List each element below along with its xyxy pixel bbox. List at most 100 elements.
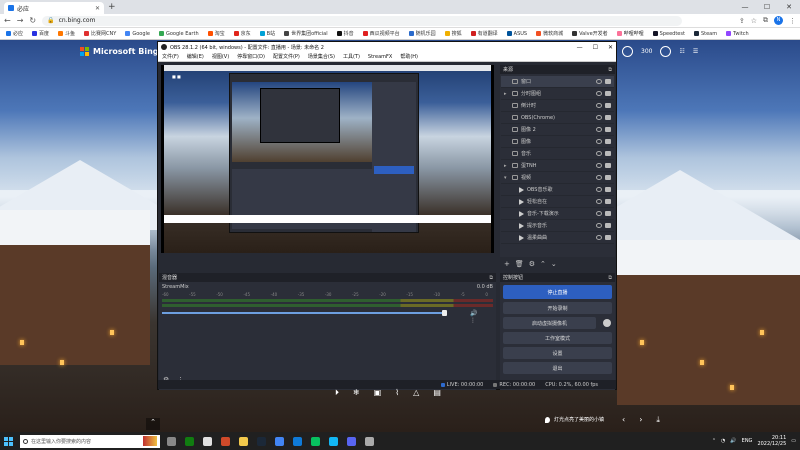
obs-menu-item[interactable]: 场景集合(S) bbox=[308, 53, 335, 60]
xbox-icon[interactable] bbox=[185, 436, 194, 446]
obs-icon[interactable] bbox=[203, 436, 212, 446]
bookmark-item[interactable]: B站 bbox=[259, 30, 275, 37]
share-icon[interactable]: ⇪ bbox=[739, 17, 745, 25]
visibility-eye-icon[interactable] bbox=[596, 151, 602, 156]
stop-streaming-button[interactable]: 停止直播 bbox=[503, 285, 612, 299]
bookmark-item[interactable]: 京东 bbox=[233, 30, 251, 37]
bookmark-item[interactable]: 必应 bbox=[6, 30, 23, 37]
browser-tab[interactable]: 必应 ✕ bbox=[4, 2, 104, 14]
obs-menu-item[interactable]: 视图(V) bbox=[212, 53, 229, 60]
image-caption[interactable]: 灯光点亮了美丽的小镇 bbox=[545, 416, 604, 423]
visibility-eye-icon[interactable] bbox=[596, 223, 602, 228]
bookmark-item[interactable]: 抖音 bbox=[336, 30, 354, 37]
bookmark-item[interactable]: Valve开发者 bbox=[572, 30, 608, 37]
source-item[interactable]: OBS音乐歌 bbox=[501, 184, 614, 196]
back-icon[interactable]: ← bbox=[4, 16, 11, 25]
virtual-camera-settings-icon[interactable] bbox=[603, 319, 611, 327]
move-up-icon[interactable]: ⌃ bbox=[540, 260, 546, 268]
bookmark-item[interactable]: 哔哩哔哩 bbox=[616, 30, 644, 37]
scroll-up-icon[interactable]: ⌃ bbox=[146, 418, 160, 430]
bookmark-item[interactable]: 斗鱼 bbox=[58, 30, 75, 37]
source-item[interactable]: 轻松自在 bbox=[501, 196, 614, 208]
volume-fader[interactable]: 🔊 ⋮ bbox=[162, 310, 482, 324]
expand-chevron-icon[interactable]: ▸ bbox=[504, 91, 509, 97]
lock-icon[interactable] bbox=[605, 79, 611, 84]
studio-mode-button[interactable]: 工作室模式 bbox=[503, 332, 612, 344]
next-image-icon[interactable]: › bbox=[639, 415, 642, 425]
bookmark-item[interactable]: 微软商城 bbox=[536, 30, 563, 37]
bookmark-item[interactable]: 有道翻译 bbox=[470, 30, 498, 37]
bookmark-item[interactable]: 世界集团official bbox=[284, 30, 328, 37]
obs-menu-item[interactable]: StreamFX bbox=[368, 54, 392, 60]
bookmark-item[interactable]: Steam bbox=[693, 31, 717, 37]
source-item[interactable]: 图像 2 bbox=[501, 124, 614, 136]
lock-icon[interactable] bbox=[605, 91, 611, 96]
wechat-icon[interactable] bbox=[311, 436, 320, 446]
bookmark-item[interactable]: 淘宝 bbox=[207, 30, 225, 37]
source-item[interactable]: ▸ 蛋TNH bbox=[501, 160, 614, 172]
rewards-icon[interactable] bbox=[660, 46, 672, 57]
fader-knob[interactable] bbox=[442, 310, 447, 316]
obs-close-icon[interactable]: ✕ bbox=[608, 44, 613, 51]
lock-icon[interactable] bbox=[605, 223, 611, 228]
obs-preview[interactable]: ■ ■ bbox=[161, 65, 494, 253]
settings-button[interactable]: 设置 bbox=[503, 347, 612, 359]
minimize-icon[interactable]: — bbox=[734, 0, 756, 14]
volume-icon[interactable]: 🔊 bbox=[730, 438, 736, 444]
source-item[interactable]: 图像 bbox=[501, 136, 614, 148]
visibility-eye-icon[interactable] bbox=[596, 163, 602, 168]
visibility-eye-icon[interactable] bbox=[596, 79, 602, 84]
chrome-icon[interactable] bbox=[275, 436, 284, 446]
expand-chevron-icon[interactable]: ▾ bbox=[504, 175, 509, 181]
new-tab-icon[interactable]: + bbox=[108, 2, 116, 12]
exit-button[interactable]: 退出 bbox=[503, 362, 612, 374]
visibility-eye-icon[interactable] bbox=[596, 91, 602, 96]
explorer-icon[interactable] bbox=[239, 436, 248, 446]
user-icon[interactable] bbox=[622, 46, 633, 57]
lock-icon[interactable] bbox=[605, 187, 611, 192]
hamburger-icon[interactable]: ☰ bbox=[693, 48, 698, 55]
source-item[interactable]: OBS(Chrome) bbox=[501, 112, 614, 124]
visibility-eye-icon[interactable] bbox=[596, 139, 602, 144]
expand-chevron-icon[interactable]: ▸ bbox=[504, 163, 509, 169]
source-item[interactable]: 窗口 bbox=[501, 76, 614, 88]
tray-expand-icon[interactable]: ⌃ bbox=[712, 438, 716, 444]
popout-icon[interactable]: ⧉ bbox=[608, 67, 612, 73]
obs-menu-item[interactable]: 配置文件(P) bbox=[273, 53, 300, 60]
bookmark-item[interactable]: 西瓜视频平台 bbox=[362, 30, 400, 37]
source-item[interactable]: ▸ 分时图组 bbox=[501, 88, 614, 100]
obs-menu-item[interactable]: 工具(T) bbox=[343, 53, 360, 60]
extensions-icon[interactable]: ⧉ bbox=[763, 16, 768, 25]
clock[interactable]: 20:11 2022/12/25 bbox=[757, 435, 786, 447]
lock-icon[interactable] bbox=[605, 175, 611, 180]
network-icon[interactable]: ◔ bbox=[721, 438, 725, 444]
bookmark-item[interactable]: Twitch bbox=[726, 31, 749, 37]
close-window-icon[interactable]: ✕ bbox=[778, 0, 800, 14]
source-item[interactable]: 音乐 bbox=[501, 148, 614, 160]
lock-icon[interactable] bbox=[605, 235, 611, 240]
rewards-points[interactable]: 300 bbox=[641, 48, 652, 55]
steam-icon[interactable] bbox=[257, 436, 266, 446]
source-item[interactable]: 温柔曲曲 bbox=[501, 232, 614, 244]
bookmark-item[interactable]: 比赛网CNY bbox=[84, 30, 116, 37]
qq-icon[interactable] bbox=[329, 436, 338, 446]
popout-icon[interactable]: ⧉ bbox=[608, 275, 612, 281]
davinci-icon[interactable] bbox=[221, 436, 230, 446]
language-indicator[interactable]: ENG bbox=[742, 438, 753, 444]
lock-icon[interactable] bbox=[605, 139, 611, 144]
speaker-icon[interactable]: 🔊 ⋮ bbox=[470, 310, 482, 324]
visibility-eye-icon[interactable] bbox=[596, 175, 602, 180]
source-properties-icon[interactable]: ⚙ bbox=[529, 260, 535, 268]
close-tab-icon[interactable]: ✕ bbox=[95, 5, 100, 12]
lock-icon[interactable] bbox=[605, 211, 611, 216]
forward-icon[interactable]: → bbox=[17, 16, 24, 25]
remove-source-icon[interactable]: 🗑 bbox=[515, 260, 524, 268]
start-virtual-camera-button[interactable]: 启动虚拟摄像机 bbox=[503, 317, 596, 329]
bookmark-item[interactable]: 随机乐园 bbox=[408, 30, 436, 37]
move-down-icon[interactable]: ⌄ bbox=[551, 260, 557, 268]
obs-menu-item[interactable]: 帮助(H) bbox=[400, 53, 418, 60]
bing-logo[interactable]: Microsoft Bing bbox=[80, 47, 159, 56]
menu-icon[interactable]: ⋮ bbox=[789, 17, 796, 25]
lock-icon[interactable] bbox=[605, 127, 611, 132]
start-recording-button[interactable]: 开始录制 bbox=[503, 302, 612, 314]
